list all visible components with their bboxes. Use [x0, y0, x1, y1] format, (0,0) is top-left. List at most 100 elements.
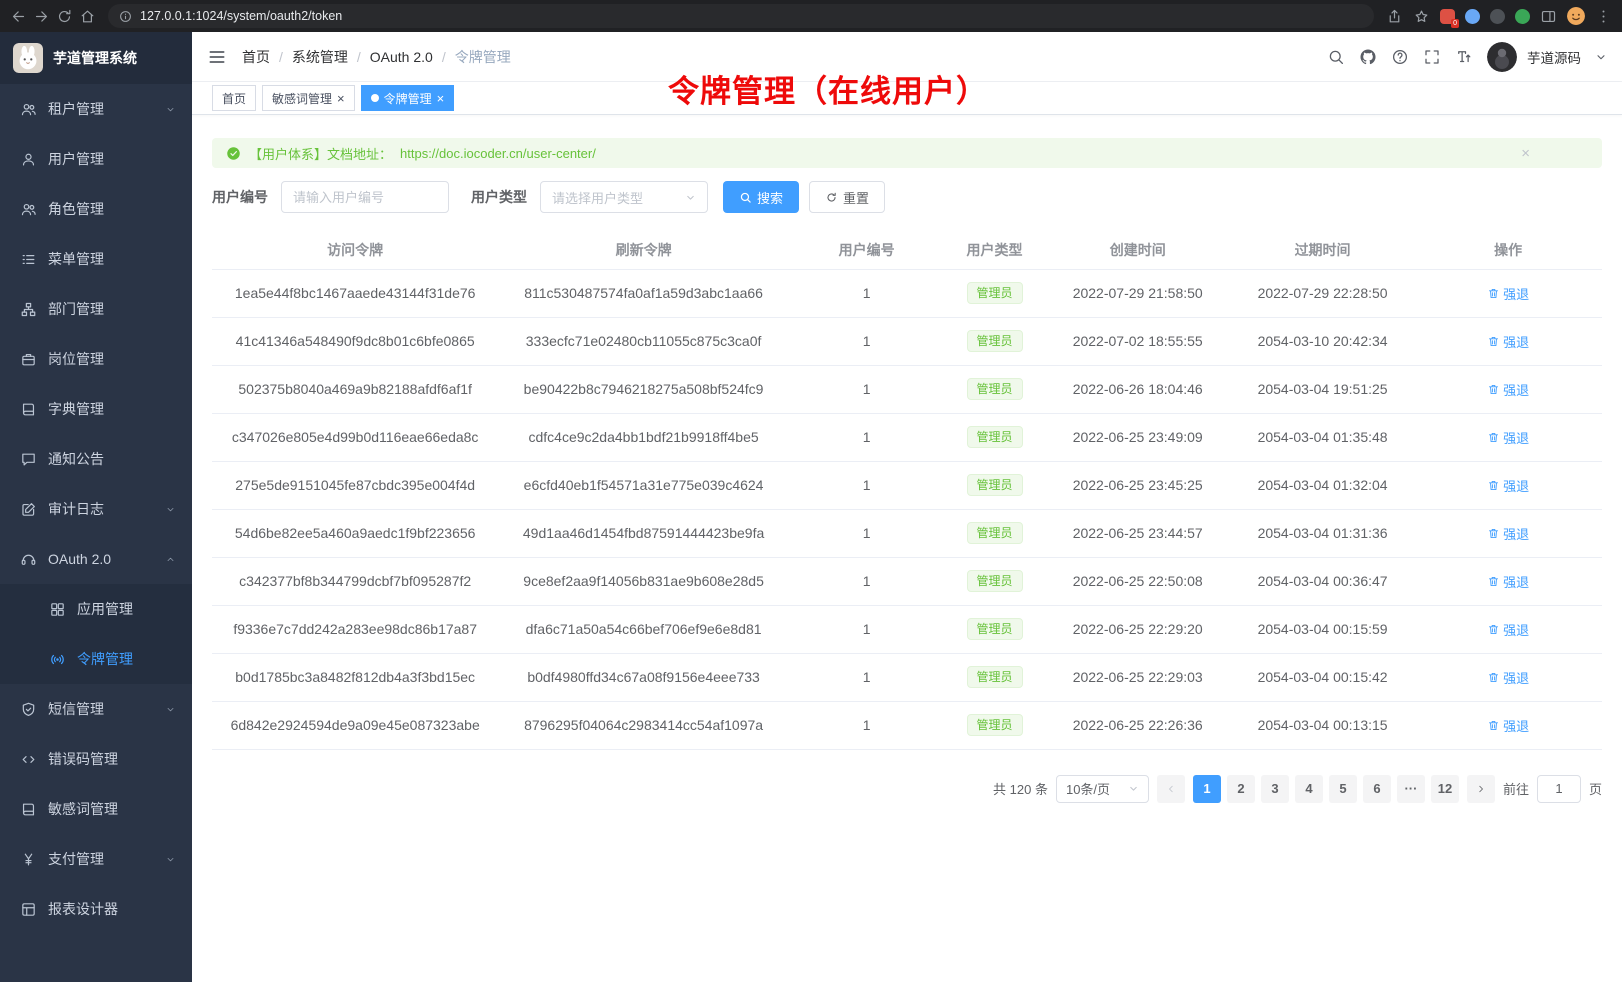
table-row: c347026e805e4d99b0d116eae66eda8ccdfc4ce9… — [212, 413, 1602, 461]
help-icon[interactable] — [1391, 48, 1409, 66]
breadcrumb-item[interactable]: 首页 — [242, 47, 270, 67]
prev-page-button[interactable] — [1157, 775, 1185, 803]
sidebar-item-sms[interactable]: 短信管理 — [0, 684, 192, 734]
list-icon — [20, 251, 37, 268]
share-icon[interactable] — [1386, 8, 1403, 25]
action-cell: 强退 — [1414, 365, 1602, 413]
user-avatar[interactable] — [1487, 42, 1517, 72]
breadcrumb-item[interactable]: OAuth 2.0 — [370, 49, 433, 65]
sidebar-item-oauth2-token[interactable]: 令牌管理 — [0, 634, 192, 684]
sidebar-item-pay[interactable]: 支付管理 — [0, 834, 192, 884]
page-size-select[interactable]: 10条/页 — [1056, 775, 1149, 803]
page-button-3[interactable]: 3 — [1261, 775, 1289, 803]
force-logout-button[interactable]: 强退 — [1487, 668, 1529, 687]
tab-home[interactable]: 首页 — [212, 85, 256, 111]
url-bar[interactable]: 127.0.0.1:1024/system/oauth2/token — [108, 4, 1374, 28]
sidebar-item-dept[interactable]: 部门管理 — [0, 284, 192, 334]
user-type-select[interactable]: 请选择用户类型 — [540, 181, 708, 213]
reload-icon[interactable] — [56, 8, 73, 25]
reset-button[interactable]: 重置 — [809, 181, 885, 213]
user-type-cell: 管理员 — [945, 413, 1045, 461]
extension-dark-icon[interactable] — [1490, 9, 1505, 24]
github-icon[interactable] — [1359, 48, 1377, 66]
column-header: 过期时间 — [1231, 231, 1414, 269]
sidebar-item-notice[interactable]: 通知公告 — [0, 434, 192, 484]
tab-close-icon[interactable]: × — [437, 92, 445, 105]
access-token-cell: 41c41346a548490f9dc8b01c6bfe0865 — [212, 317, 498, 365]
sidebar-item-report-designer[interactable]: 报表设计器 — [0, 884, 192, 934]
profile-avatar[interactable] — [1567, 7, 1585, 25]
alert-link[interactable]: https://doc.iocoder.cn/user-center/ — [400, 146, 596, 161]
more-pages-button[interactable]: ··· — [1397, 775, 1425, 803]
page-button-1[interactable]: 1 — [1193, 775, 1221, 803]
force-logout-button[interactable]: 强退 — [1487, 428, 1529, 447]
force-logout-button[interactable]: 强退 — [1487, 572, 1529, 591]
trash-icon — [1487, 719, 1500, 732]
sidebar-item-dict[interactable]: 字典管理 — [0, 384, 192, 434]
refresh-token-cell: 811c530487574fa0af1a59d3abc1aa66 — [498, 269, 789, 317]
app-logo[interactable]: 芋道管理系统 — [0, 32, 192, 84]
font-size-icon[interactable] — [1455, 48, 1473, 66]
goto-label: 前往 — [1503, 779, 1529, 798]
forward-icon[interactable] — [33, 8, 50, 25]
chevron-down-icon[interactable] — [1595, 51, 1607, 63]
sidebar-item-user[interactable]: 用户管理 — [0, 134, 192, 184]
goto-page-input[interactable] — [1537, 775, 1581, 803]
user-id-cell: 1 — [789, 461, 945, 509]
page-button-6[interactable]: 6 — [1363, 775, 1391, 803]
user-name[interactable]: 芋道源码 — [1527, 47, 1581, 67]
back-icon[interactable] — [10, 8, 27, 25]
user-id-cell: 1 — [789, 269, 945, 317]
extension-badge: 0 — [1451, 19, 1459, 28]
page-button-5[interactable]: 5 — [1329, 775, 1357, 803]
menu-toggle-icon[interactable] — [207, 47, 227, 67]
action-cell: 强退 — [1414, 557, 1602, 605]
sidebar-item-oauth2[interactable]: OAuth 2.0 — [0, 534, 192, 584]
alert-close-icon[interactable]: × — [1521, 145, 1530, 162]
user-type-cell: 管理员 — [945, 269, 1045, 317]
menu-kebab-icon[interactable] — [1595, 8, 1612, 25]
tab-label: 令牌管理 — [384, 90, 432, 107]
force-logout-button[interactable]: 强退 — [1487, 716, 1529, 735]
extension-blue-icon[interactable] — [1465, 9, 1480, 24]
sidebar-item-post[interactable]: 岗位管理 — [0, 334, 192, 384]
breadcrumb-item[interactable]: 系统管理 — [292, 47, 348, 67]
sidebar-item-menu[interactable]: 菜单管理 — [0, 234, 192, 284]
force-logout-button[interactable]: 强退 — [1487, 524, 1529, 543]
force-logout-button[interactable]: 强退 — [1487, 284, 1529, 303]
split-view-icon[interactable] — [1540, 8, 1557, 25]
sidebar-item-oauth2-application[interactable]: 应用管理 — [0, 584, 192, 634]
access-token-cell: f9336e7c7dd242a283ee98dc86b17a87 — [212, 605, 498, 653]
tab-sensitive-word[interactable]: 敏感词管理× — [262, 85, 355, 111]
page-button-12[interactable]: 12 — [1431, 775, 1459, 803]
force-logout-button[interactable]: 强退 — [1487, 620, 1529, 639]
star-icon[interactable] — [1413, 8, 1430, 25]
sidebar-item-sensitive-word[interactable]: 敏感词管理 — [0, 784, 192, 834]
force-logout-button[interactable]: 强退 — [1487, 476, 1529, 495]
tab-token[interactable]: 令牌管理 × — [361, 85, 455, 111]
fullscreen-icon[interactable] — [1423, 48, 1441, 66]
menu-item-label: 部门管理 — [48, 299, 104, 319]
page-button-4[interactable]: 4 — [1295, 775, 1323, 803]
access-token-cell: 54d6be82ee5a460a9aedc1f9bf223656 — [212, 509, 498, 557]
home-icon[interactable] — [79, 8, 96, 25]
page-info-icon[interactable] — [119, 10, 132, 23]
page-button-2[interactable]: 2 — [1227, 775, 1255, 803]
sidebar-item-tenant[interactable]: 租户管理 — [0, 84, 192, 134]
user-id-input[interactable] — [281, 181, 449, 213]
search-icon[interactable] — [1327, 48, 1345, 66]
signal-icon — [49, 651, 66, 668]
token-table: 访问令牌刷新令牌用户编号用户类型创建时间过期时间操作 1ea5e44f8bc14… — [212, 231, 1602, 750]
force-logout-button[interactable]: 强退 — [1487, 332, 1529, 351]
search-button[interactable]: 搜索 — [723, 181, 799, 213]
sidebar-item-error-code[interactable]: 错误码管理 — [0, 734, 192, 784]
force-logout-button[interactable]: 强退 — [1487, 380, 1529, 399]
sidebar-item-audit-log[interactable]: 审计日志 — [0, 484, 192, 534]
extension-red-icon[interactable]: 0 — [1440, 9, 1455, 24]
tab-close-icon[interactable]: × — [337, 92, 345, 105]
sidebar-item-role[interactable]: 角色管理 — [0, 184, 192, 234]
extension-green-icon[interactable] — [1515, 9, 1530, 24]
chevron-down-icon — [165, 854, 176, 865]
next-page-button[interactable] — [1467, 775, 1495, 803]
menu-item-label: 审计日志 — [48, 499, 104, 519]
